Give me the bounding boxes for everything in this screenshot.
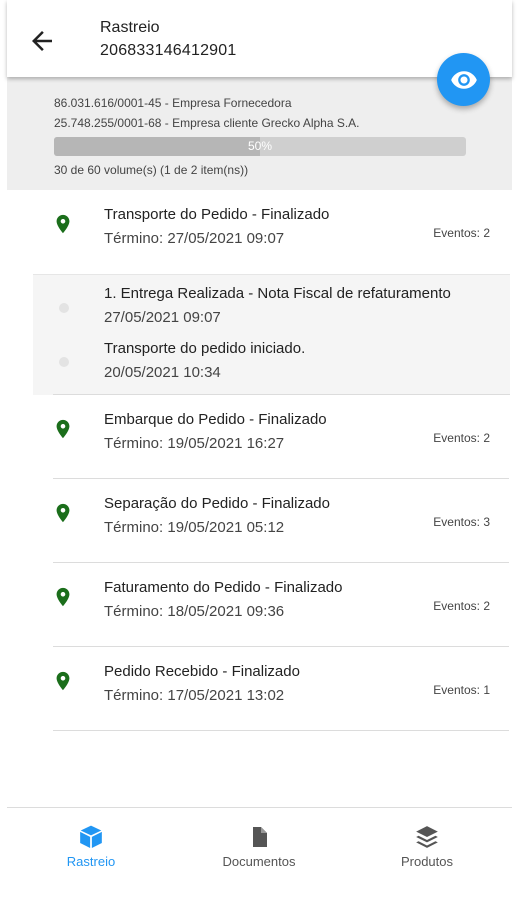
list-item[interactable]: Embarque do Pedido - Finalizado Término:… xyxy=(0,395,519,479)
location-pin-icon xyxy=(56,503,70,523)
sub-event-dot xyxy=(59,357,69,367)
divider xyxy=(53,730,509,731)
list-item[interactable]: Separação do Pedido - Finalizado Término… xyxy=(0,479,519,563)
event-list: Transporte do Pedido - Finalizado Términ… xyxy=(0,190,519,731)
sub-event-date: 27/05/2021 09:07 xyxy=(104,309,221,326)
event-date: Término: 27/05/2021 09:07 xyxy=(104,230,285,247)
event-title: Embarque do Pedido - Finalizado xyxy=(104,411,327,428)
location-pin-icon xyxy=(56,419,70,439)
document-icon xyxy=(253,827,267,847)
location-pin-icon xyxy=(56,671,70,691)
eye-icon xyxy=(450,70,477,89)
event-title: Separação do Pedido - Finalizado xyxy=(104,495,330,512)
box-icon xyxy=(80,825,102,848)
bottom-navigation: Rastreio Documentos Produtos xyxy=(7,807,512,901)
page-title: Rastreio xyxy=(100,19,160,36)
nav-documentos[interactable]: Documentos xyxy=(175,808,343,901)
event-count: Eventos: 2 xyxy=(433,431,490,445)
supplier-info: 86.031.616/0001-45 - Empresa Fornecedora xyxy=(54,96,292,110)
sub-event-dot xyxy=(59,303,69,313)
order-summary: 86.031.616/0001-45 - Empresa Fornecedora… xyxy=(7,77,512,190)
list-item[interactable]: Transporte do Pedido - Finalizado Términ… xyxy=(0,190,519,274)
event-date: Término: 18/05/2021 09:36 xyxy=(104,603,285,620)
app-bar: Rastreio 206833146412901 xyxy=(7,0,512,77)
nav-produtos[interactable]: Produtos xyxy=(343,808,511,901)
client-info: 25.748.255/0001-68 - Empresa cliente Gre… xyxy=(54,116,360,130)
sub-event-title: 1. Entrega Realizada - Nota Fiscal de re… xyxy=(104,285,451,302)
layers-icon xyxy=(416,826,438,848)
list-item[interactable]: Pedido Recebido - Finalizado Término: 17… xyxy=(0,647,519,731)
location-pin-icon xyxy=(56,214,70,234)
location-pin-icon xyxy=(56,587,70,607)
event-date: Término: 19/05/2021 16:27 xyxy=(104,435,285,452)
tracking-code: 206833146412901 xyxy=(100,42,237,59)
sub-event-title: Transporte do pedido iniciado. xyxy=(104,340,306,357)
nav-rastreio[interactable]: Rastreio xyxy=(7,808,175,901)
event-count: Eventos: 1 xyxy=(433,683,490,697)
event-count: Eventos: 2 xyxy=(433,226,490,240)
view-fab-button[interactable] xyxy=(437,53,490,106)
list-item[interactable]: Faturamento do Pedido - Finalizado Térmi… xyxy=(0,563,519,647)
event-title: Transporte do Pedido - Finalizado xyxy=(104,206,330,223)
volume-count: 30 de 60 volume(s) (1 de 2 item(ns)) xyxy=(54,163,249,177)
expanded-sub-events: 1. Entrega Realizada - Nota Fiscal de re… xyxy=(33,274,510,395)
sub-event-date: 20/05/2021 10:34 xyxy=(104,364,221,381)
event-title: Faturamento do Pedido - Finalizado xyxy=(104,579,343,596)
event-date: Término: 19/05/2021 05:12 xyxy=(104,519,285,536)
back-arrow-icon[interactable] xyxy=(27,26,57,56)
event-count: Eventos: 2 xyxy=(433,599,490,613)
nav-label: Produtos xyxy=(400,854,454,869)
progress-label: 50% xyxy=(247,139,273,153)
event-date: Término: 17/05/2021 13:02 xyxy=(104,687,285,704)
nav-label: Documentos xyxy=(222,854,296,869)
nav-label: Rastreio xyxy=(66,854,116,869)
event-title: Pedido Recebido - Finalizado xyxy=(104,663,300,680)
event-count: Eventos: 3 xyxy=(433,515,490,529)
progress-bar: 50% xyxy=(54,137,466,156)
